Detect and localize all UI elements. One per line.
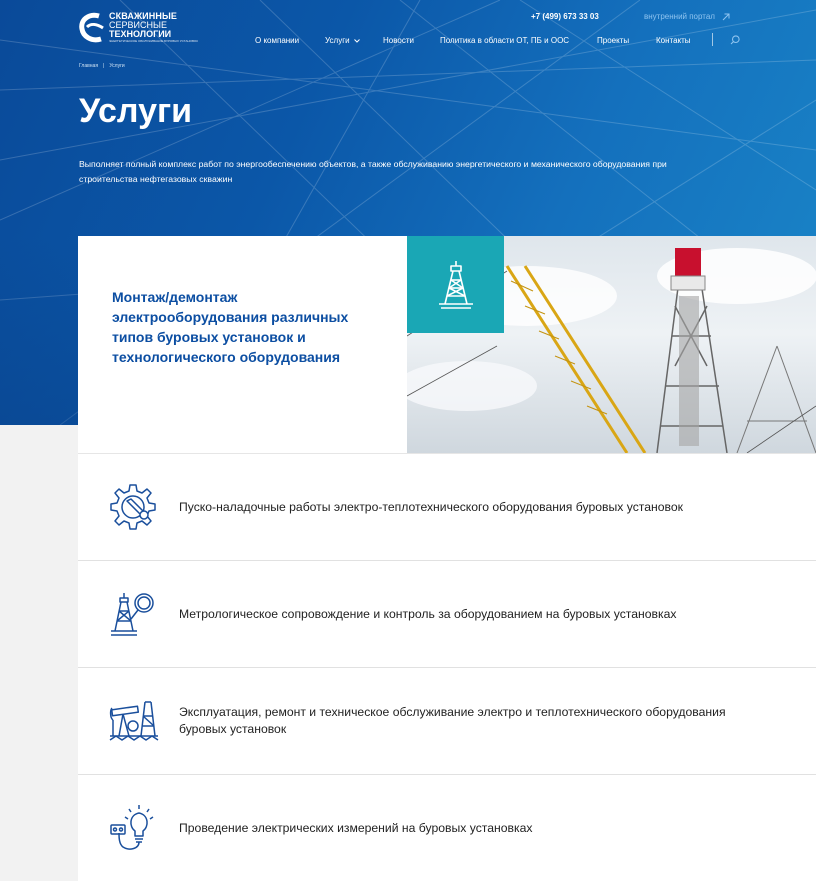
service-item[interactable]: Проведение электрических измерений на бу… (78, 774, 816, 881)
service-label: Проведение электрических измерений на бу… (179, 820, 533, 835)
breadcrumb-home[interactable]: Главная (79, 63, 98, 69)
nav-item-contacts[interactable]: Контакты (656, 36, 691, 45)
chevron-down-icon (353, 39, 360, 43)
service-label: Метрологическое сопровождение и контроль… (179, 606, 677, 621)
portal-link-label: внутренний портал (644, 12, 715, 21)
gear-wrench-icon (110, 484, 156, 530)
pumpjack-icon (109, 701, 159, 741)
service-label: Пуско-наладочные работы электро-теплотех… (179, 499, 683, 514)
nav-item-news[interactable]: Новости (383, 36, 414, 45)
service-item[interactable]: Метрологическое сопровождение и контроль… (78, 560, 816, 667)
bulb-plug-icon (110, 805, 154, 850)
feature-title[interactable]: Монтаж/демонтаж электрооборудования разл… (112, 287, 382, 367)
breadcrumb: Главная | Услуги (79, 63, 125, 69)
nav-item-projects[interactable]: Проекты (597, 36, 629, 45)
service-label: Эксплуатация, ремонт и техническое обслу… (179, 705, 726, 736)
external-arrow-icon (722, 13, 730, 20)
nav-item-services[interactable]: Услуги (325, 36, 360, 45)
logo-line-3: ТЕХНОЛОГИИ (109, 29, 172, 39)
nav-item-about[interactable]: О компании (255, 36, 299, 45)
search-icon[interactable] (730, 35, 740, 45)
breadcrumb-separator: | (103, 63, 105, 69)
rig-magnifier-icon (111, 593, 154, 636)
nav-item-services-label: Услуги (325, 36, 350, 45)
portal-link[interactable]: внутренний портал (644, 12, 730, 21)
service-item[interactable]: Пуско-наладочные работы электро-теплотех… (78, 453, 816, 560)
logo-tagline: ЭНЕРГЕТИЧЕСКОЕ ОБСЛУЖИВАНИЕ БУРОВЫХ УСТА… (109, 39, 198, 43)
feature-card[interactable]: Монтаж/демонтаж электрооборудования разл… (78, 236, 816, 453)
page-title: Услуги (79, 92, 193, 130)
logo-mark-icon (79, 12, 104, 43)
phone-link[interactable]: +7 (499) 673 33 03 (531, 12, 599, 21)
services-list: Пуско-наладочные работы электро-теплотех… (78, 453, 816, 881)
nav-divider (712, 33, 713, 46)
page-lead: Выполняет полный комплекс работ по энерг… (79, 159, 667, 184)
nav-item-policy[interactable]: Политика в области ОТ, ПБ и ООС (440, 36, 569, 45)
drilling-rig-icon (438, 260, 473, 309)
company-logo[interactable]: СКВАЖИННЫЕ СЕРВИСНЫЕ ТЕХНОЛОГИИ ЭНЕРГЕТИ… (79, 12, 198, 44)
breadcrumb-current: Услуги (109, 63, 125, 69)
service-item[interactable]: Эксплуатация, ремонт и техническое обслу… (78, 667, 816, 774)
feature-badge (407, 236, 504, 333)
